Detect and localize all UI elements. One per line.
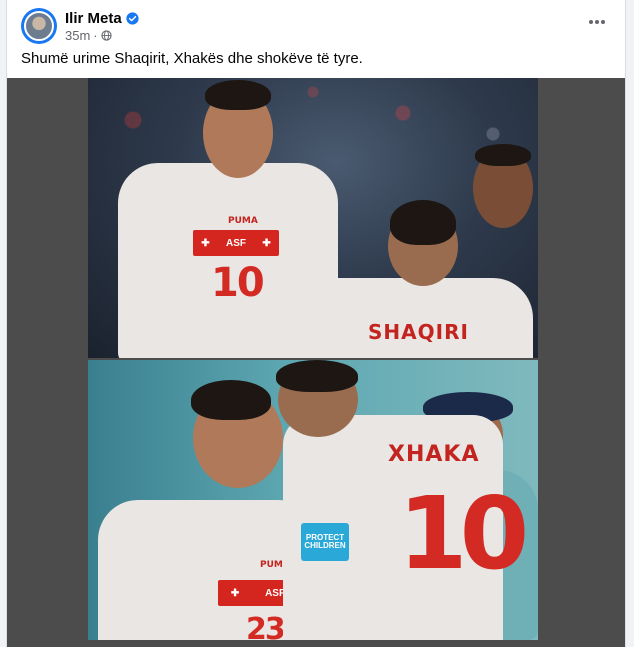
- photo-celebration-top[interactable]: PUMA ✚ ASF ✚ 10 SHAQIRI: [88, 78, 538, 358]
- more-options-button[interactable]: [581, 10, 613, 34]
- facebook-post: Ilir Meta 35m · Shumë urime Shaqirit, Xh…: [6, 0, 626, 647]
- swiss-cross-icon: ✚: [201, 237, 210, 249]
- player-third-hair: [475, 144, 531, 166]
- post-caption: Shumë urime Shaqirit, Xhakës dhe shokëve…: [21, 50, 363, 67]
- post-header: Ilir Meta 35m ·: [21, 6, 139, 46]
- author-name[interactable]: Ilir Meta: [65, 10, 122, 27]
- jersey-name: XHAKA: [388, 442, 480, 467]
- avatar-photo: [24, 11, 54, 41]
- author-avatar[interactable]: [21, 8, 57, 44]
- jersey-patch: ✚ ASF ✚: [193, 230, 279, 256]
- player-left-hair: [191, 380, 271, 420]
- swiss-flag-icon: ✚: [262, 237, 271, 249]
- captain-armband: PROTECT CHILDREN: [301, 523, 349, 561]
- jersey-number: 10: [211, 260, 265, 306]
- post-meta: Ilir Meta 35m ·: [65, 10, 139, 43]
- author-row: Ilir Meta: [65, 10, 139, 27]
- post-timestamp[interactable]: 35m: [65, 28, 90, 43]
- patch-label: ASF: [226, 237, 246, 249]
- post-media[interactable]: PUMA ✚ ASF ✚ 10 SHAQIRI PUMA ✚ ASF 23 XH…: [7, 78, 625, 647]
- separator-dot: ·: [93, 27, 98, 43]
- globe-icon[interactable]: [101, 29, 112, 41]
- photo-celebration-bottom[interactable]: PUMA ✚ ASF 23 XHAKA 10 PROTECT CHILDREN: [88, 360, 538, 640]
- brand-logo: PUMA: [228, 216, 258, 226]
- player-right-jersey: [293, 278, 533, 358]
- timestamp-row: 35m ·: [65, 28, 139, 43]
- verified-badge-icon: [126, 11, 139, 25]
- more-options-icon: [589, 20, 605, 24]
- jersey-name: SHAQIRI: [368, 320, 469, 344]
- player-right-hair: [390, 200, 456, 245]
- swiss-cross-icon: ✚: [230, 587, 240, 599]
- player-right-hair: [276, 360, 358, 392]
- player-left-hair: [205, 80, 271, 110]
- jersey-number: 10: [398, 475, 529, 592]
- jersey-number: 23: [246, 612, 286, 640]
